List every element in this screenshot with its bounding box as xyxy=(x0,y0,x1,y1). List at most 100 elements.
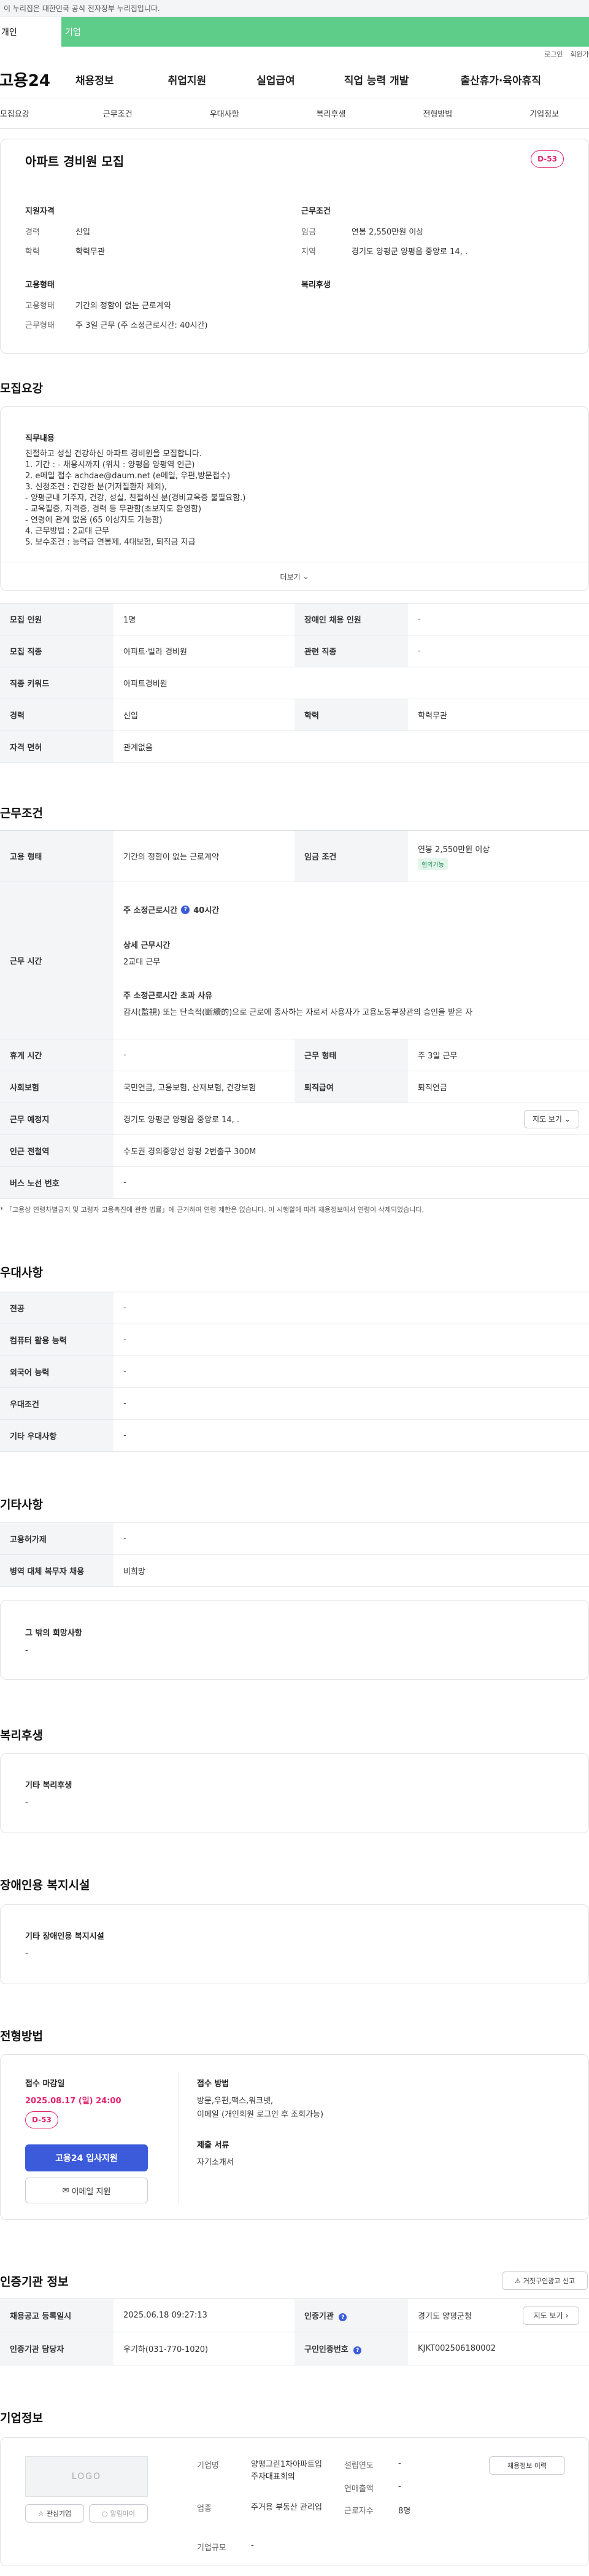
welfare-box-title: 기타 복리후생 xyxy=(25,1781,72,1790)
cell-value: 주 3일 근무 xyxy=(408,1039,589,1071)
table-row: 모집 직종 아파트·빌라 경비원 관련 직종 - xyxy=(0,635,589,667)
cell-value: 아파트경비원 xyxy=(114,667,589,699)
info-icon[interactable]: ? xyxy=(181,905,190,914)
welfare-title: 복리후생 xyxy=(301,281,331,290)
place-value: 경기도 양평군 양평읍 중앙로 14, . xyxy=(123,1115,239,1125)
conditions-title: 근무조건 xyxy=(301,207,331,216)
company-logo: LOGO xyxy=(25,2456,148,2497)
duty-line: 3. 신청조건 : 건강한 분(거저질환자 제외), xyxy=(25,483,167,492)
table-row: 사회보험 국민연금, 고용보험, 산재보험, 건강보험 퇴직급여 퇴직연금 xyxy=(0,1071,589,1103)
report-button[interactable]: ⚠ 거짓구인광고 신고 xyxy=(502,2271,588,2290)
email-apply-button[interactable]: ✉ 이메일 지원 xyxy=(25,2178,148,2203)
apply-button[interactable]: 고용24 입사지원 xyxy=(25,2144,148,2171)
table-row: 기타 우대사항 - xyxy=(0,1419,589,1452)
snb-company[interactable]: 기업정보 xyxy=(529,107,559,119)
cell-value: 학력무관 xyxy=(408,699,589,731)
snb-preferred[interactable]: 우대사항 xyxy=(210,107,239,119)
docs-value: 자기소개서 xyxy=(197,2158,234,2167)
map-button[interactable]: 지도 보기 ⌄ xyxy=(524,1109,579,1128)
info-icon[interactable]: ? xyxy=(353,2346,362,2355)
cell-header: 휴게 시간 xyxy=(0,1039,114,1071)
alert-button[interactable]: ○ 알림아이 xyxy=(89,2504,148,2523)
cell-header: 자격 면허 xyxy=(0,731,114,763)
job-history-button[interactable]: 채용정보 이력 xyxy=(489,2456,565,2475)
dday-badge: D-53 xyxy=(25,2111,58,2128)
cell-header: 채용공고 등록일시 xyxy=(0,2299,114,2332)
favorite-button[interactable]: ☆ 관심기업 xyxy=(25,2504,84,2523)
recruit-table: 모집 인원 1명 장애인 채용 인원 - 모집 직종 아파트·빌라 경비원 관련… xyxy=(0,603,589,763)
cell-value: 관계없음 xyxy=(114,731,589,763)
size-value: - xyxy=(251,2541,254,2550)
wage-label: 임금 xyxy=(301,228,316,237)
company-section-title: 기업정보 xyxy=(0,2411,43,2425)
gov-banner-text: 이 누리집은 대한민국 공식 전자정부 누리집입니다. xyxy=(4,4,160,13)
chevron-right-icon: › xyxy=(565,2311,569,2320)
snb-welfare[interactable]: 복리후생 xyxy=(317,107,346,119)
staff-label: 근로자수 xyxy=(344,2507,374,2516)
wish-title: 그 밖의 희망사항 xyxy=(25,1629,82,1638)
cell-value: - xyxy=(408,635,589,667)
info-icon[interactable]: ? xyxy=(339,2313,347,2322)
table-row: 인근 전철역 수도권 경의중앙선 양평 2번출구 300M xyxy=(0,1135,589,1167)
table-row: 직종 키워드 아파트경비원 xyxy=(0,667,589,699)
nav-employment-support[interactable]: 취업지원 xyxy=(168,72,207,87)
more-button[interactable]: 더보기 ⌄ xyxy=(1,564,588,589)
cell-value: 기간의 정함이 없는 근로계약 xyxy=(114,830,294,882)
duty-title: 직무내용 xyxy=(25,434,55,443)
cell-header: 고용허가제 xyxy=(0,1523,114,1555)
id-header: 구인인증번호 xyxy=(304,2345,348,2354)
nav-jobs[interactable]: 채용정보 xyxy=(75,72,114,87)
revenue-label: 연매출액 xyxy=(344,2485,374,2494)
snb-process[interactable]: 전형방법 xyxy=(423,107,452,119)
age-note: * 「고용상 연령차별금지 및 고령자 고용촉진에 관한 법률」에 근거하여 연… xyxy=(0,1206,425,1214)
duty-line: 1. 기간 : - 채용시까지 (위치 : 양평읍 양평역 인근) xyxy=(25,460,195,470)
disability-card: 기타 장애인용 복지시설 - xyxy=(0,1904,589,1984)
hours-title: 주 소정근로시간 xyxy=(123,906,178,915)
emp-type-value: 기간의 정함이 없는 근로계약 xyxy=(75,301,171,311)
agency-section-title: 인증기관 정보 xyxy=(0,2275,69,2289)
cell-value: - xyxy=(114,1292,589,1324)
top-tabs: 개인 기업 xyxy=(0,17,589,47)
snb-conditions[interactable]: 근무조건 xyxy=(103,107,133,119)
cell-header: 인증기관 담당자 xyxy=(0,2332,114,2365)
duty-line: 친절하고 성실 건강하신 아파트 경비원을 모집합니다. xyxy=(25,449,202,459)
wish-card: 그 밖의 희망사항 - xyxy=(0,1600,589,1680)
agency-map-label: 지도 보기 xyxy=(533,2311,563,2320)
site-logo[interactable]: 고용24 xyxy=(0,68,72,91)
conditions-section-title: 근무조건 xyxy=(0,807,43,820)
snb-recruit[interactable]: 모집요강 xyxy=(0,107,29,119)
cell-value: - xyxy=(114,1166,589,1199)
table-row: 인증기관 담당자 우기하(031-770-1020) 구인인증번호 ? KJKT… xyxy=(0,2332,589,2365)
cell-header: 구인인증번호 ? xyxy=(294,2332,408,2365)
detail-value: 2교대 근무 xyxy=(123,958,161,967)
tab-company[interactable]: 기업 xyxy=(61,17,123,47)
wage-value: 연봉 2,550만원 이상 xyxy=(418,845,490,855)
cell-value: - xyxy=(114,1387,589,1420)
duty-content: 친절하고 성실 건강하신 아파트 경비원을 모집합니다. 1. 기간 : - 채용… xyxy=(25,449,553,548)
table-row: 휴게 시간 - 근무 형태 주 3일 근무 xyxy=(0,1039,589,1071)
table-row: 자격 면허 관계없음 xyxy=(0,731,589,763)
job-summary-card: 아파트 경비원 모집 D-53 지원자격 경력 신입 학력 학력무관 근무조건 … xyxy=(0,139,589,354)
nav-unemployment-benefit[interactable]: 실업급여 xyxy=(256,72,295,87)
dday-badge: D-53 xyxy=(531,150,564,168)
login-link[interactable]: 로그인 xyxy=(544,49,563,59)
cell-value: 연봉 2,550만원 이상 협의가능 xyxy=(408,830,589,882)
cell-value: 국민연금, 고용보험, 산재보험, 건강보험 xyxy=(114,1071,294,1103)
star-icon: ☆ xyxy=(37,2509,44,2518)
nav-skills[interactable]: 직업 능력 개발 xyxy=(344,72,409,87)
cell-header: 고용 형태 xyxy=(0,830,114,882)
tab-personal[interactable]: 개인 xyxy=(0,17,61,47)
nav-parental-leave[interactable]: 출산휴가·육아휴직 xyxy=(460,72,541,87)
region-label: 지역 xyxy=(301,247,316,257)
global-nav: 고용24 채용정보 취업지원 실업급여 직업 능력 개발 출산휴가·육아휴직 xyxy=(0,61,589,98)
method-value-2: 이메일 (개인회원 로그인 후 조회가능) xyxy=(197,2110,324,2119)
signup-link[interactable]: 회원가입 xyxy=(571,49,589,59)
career-value: 신입 xyxy=(75,228,90,237)
report-icon: ⚠ xyxy=(514,2276,521,2285)
wage-value: 연봉 2,550만원 이상 xyxy=(352,228,424,237)
util-links: 로그인 회원가입 xyxy=(0,47,589,61)
staff-value: 8명 xyxy=(398,2507,411,2516)
cell-value: 비희망 xyxy=(114,1554,589,1587)
agency-map-button[interactable]: 지도 보기 › xyxy=(523,2306,579,2325)
chevron-down-icon: ⌄ xyxy=(302,572,309,581)
